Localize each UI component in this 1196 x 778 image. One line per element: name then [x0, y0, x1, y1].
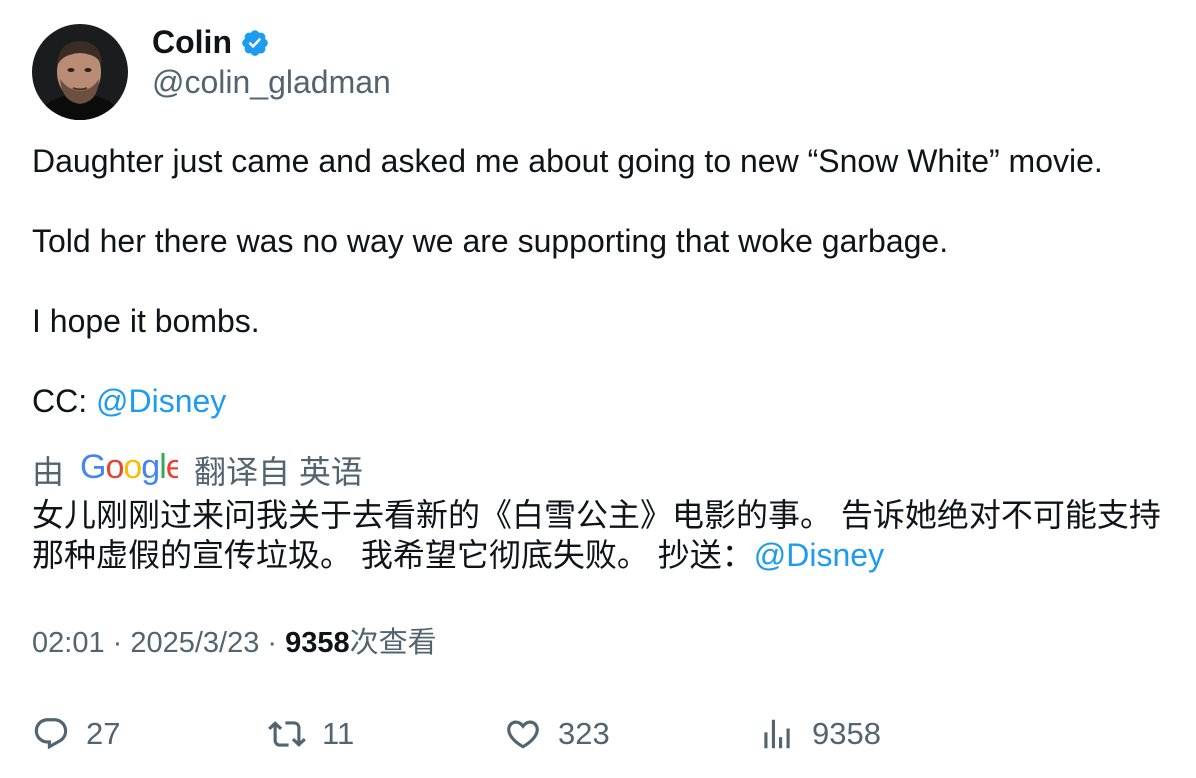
- retweet-count: 11: [322, 716, 355, 751]
- tweet-time[interactable]: 02:01: [32, 627, 105, 659]
- meta-separator: ·: [259, 627, 286, 659]
- tweet-meta: 02:01 · 2025/3/23 · 9358次查看: [32, 623, 437, 663]
- tweet-line: Told her there was no way we are support…: [32, 223, 949, 259]
- google-wordmark: Google: [80, 448, 185, 486]
- views-count: 9358: [285, 627, 350, 659]
- google-logo[interactable]: Google: [80, 446, 185, 497]
- verified-badge-icon[interactable]: [240, 28, 270, 58]
- reply-count: 27: [86, 716, 121, 751]
- translated-by-label: 由: [32, 453, 65, 490]
- translated-line-text: 那种虚假的宣传垃圾。 我希望它彻底失败。 抄送：: [32, 537, 754, 573]
- retweet-icon: [268, 721, 306, 747]
- author-handle[interactable]: @colin_gladman: [152, 62, 391, 102]
- translated-text: 女儿刚刚过来问我关于去看新的《白雪公主》电影的事。 告诉她绝对不可能支持 那种虚…: [32, 495, 1172, 575]
- translated-from-label: 翻译自 英语: [194, 453, 363, 490]
- like-count: 323: [558, 716, 610, 751]
- reply-button[interactable]: 27: [32, 710, 120, 758]
- retweet-button[interactable]: 11: [268, 710, 354, 758]
- reply-icon: [34, 718, 68, 750]
- like-button[interactable]: 323: [504, 710, 610, 758]
- analytics-icon: [764, 719, 790, 749]
- avatar-image: [32, 24, 128, 120]
- translated-line: 女儿刚刚过来问我关于去看新的《白雪公主》电影的事。 告诉她绝对不可能支持: [32, 497, 1161, 533]
- action-bar: 27 11 323 9358: [32, 710, 1162, 758]
- svg-text:Google: Google: [80, 448, 178, 486]
- translated-mention-link[interactable]: @Disney: [754, 537, 884, 573]
- tweet-text: Daughter just came and asked me about go…: [32, 141, 1162, 421]
- translation-attribution: 由 Google 翻译自 英语: [32, 446, 363, 497]
- tweet-line: Daughter just came and asked me about go…: [32, 143, 1103, 179]
- mention-link[interactable]: @Disney: [96, 383, 226, 419]
- views-label: 次查看: [349, 627, 437, 659]
- author-display-name[interactable]: Colin: [152, 22, 232, 62]
- cc-prefix: CC:: [32, 383, 96, 419]
- views-action-count: 9358: [812, 716, 881, 751]
- heart-icon: [507, 720, 539, 749]
- author-name-row: Colin: [152, 22, 270, 62]
- avatar[interactable]: [32, 24, 128, 120]
- meta-separator: ·: [104, 627, 131, 659]
- tweet-date[interactable]: 2025/3/23: [130, 627, 259, 659]
- translated-line: 那种虚假的宣传垃圾。 我希望它彻底失败。 抄送：@Disney: [32, 535, 1172, 575]
- tweet-line: I hope it bombs.: [32, 303, 260, 339]
- tweet-cc-line: CC: @Disney: [32, 381, 1162, 421]
- views-button[interactable]: 9358: [758, 710, 881, 758]
